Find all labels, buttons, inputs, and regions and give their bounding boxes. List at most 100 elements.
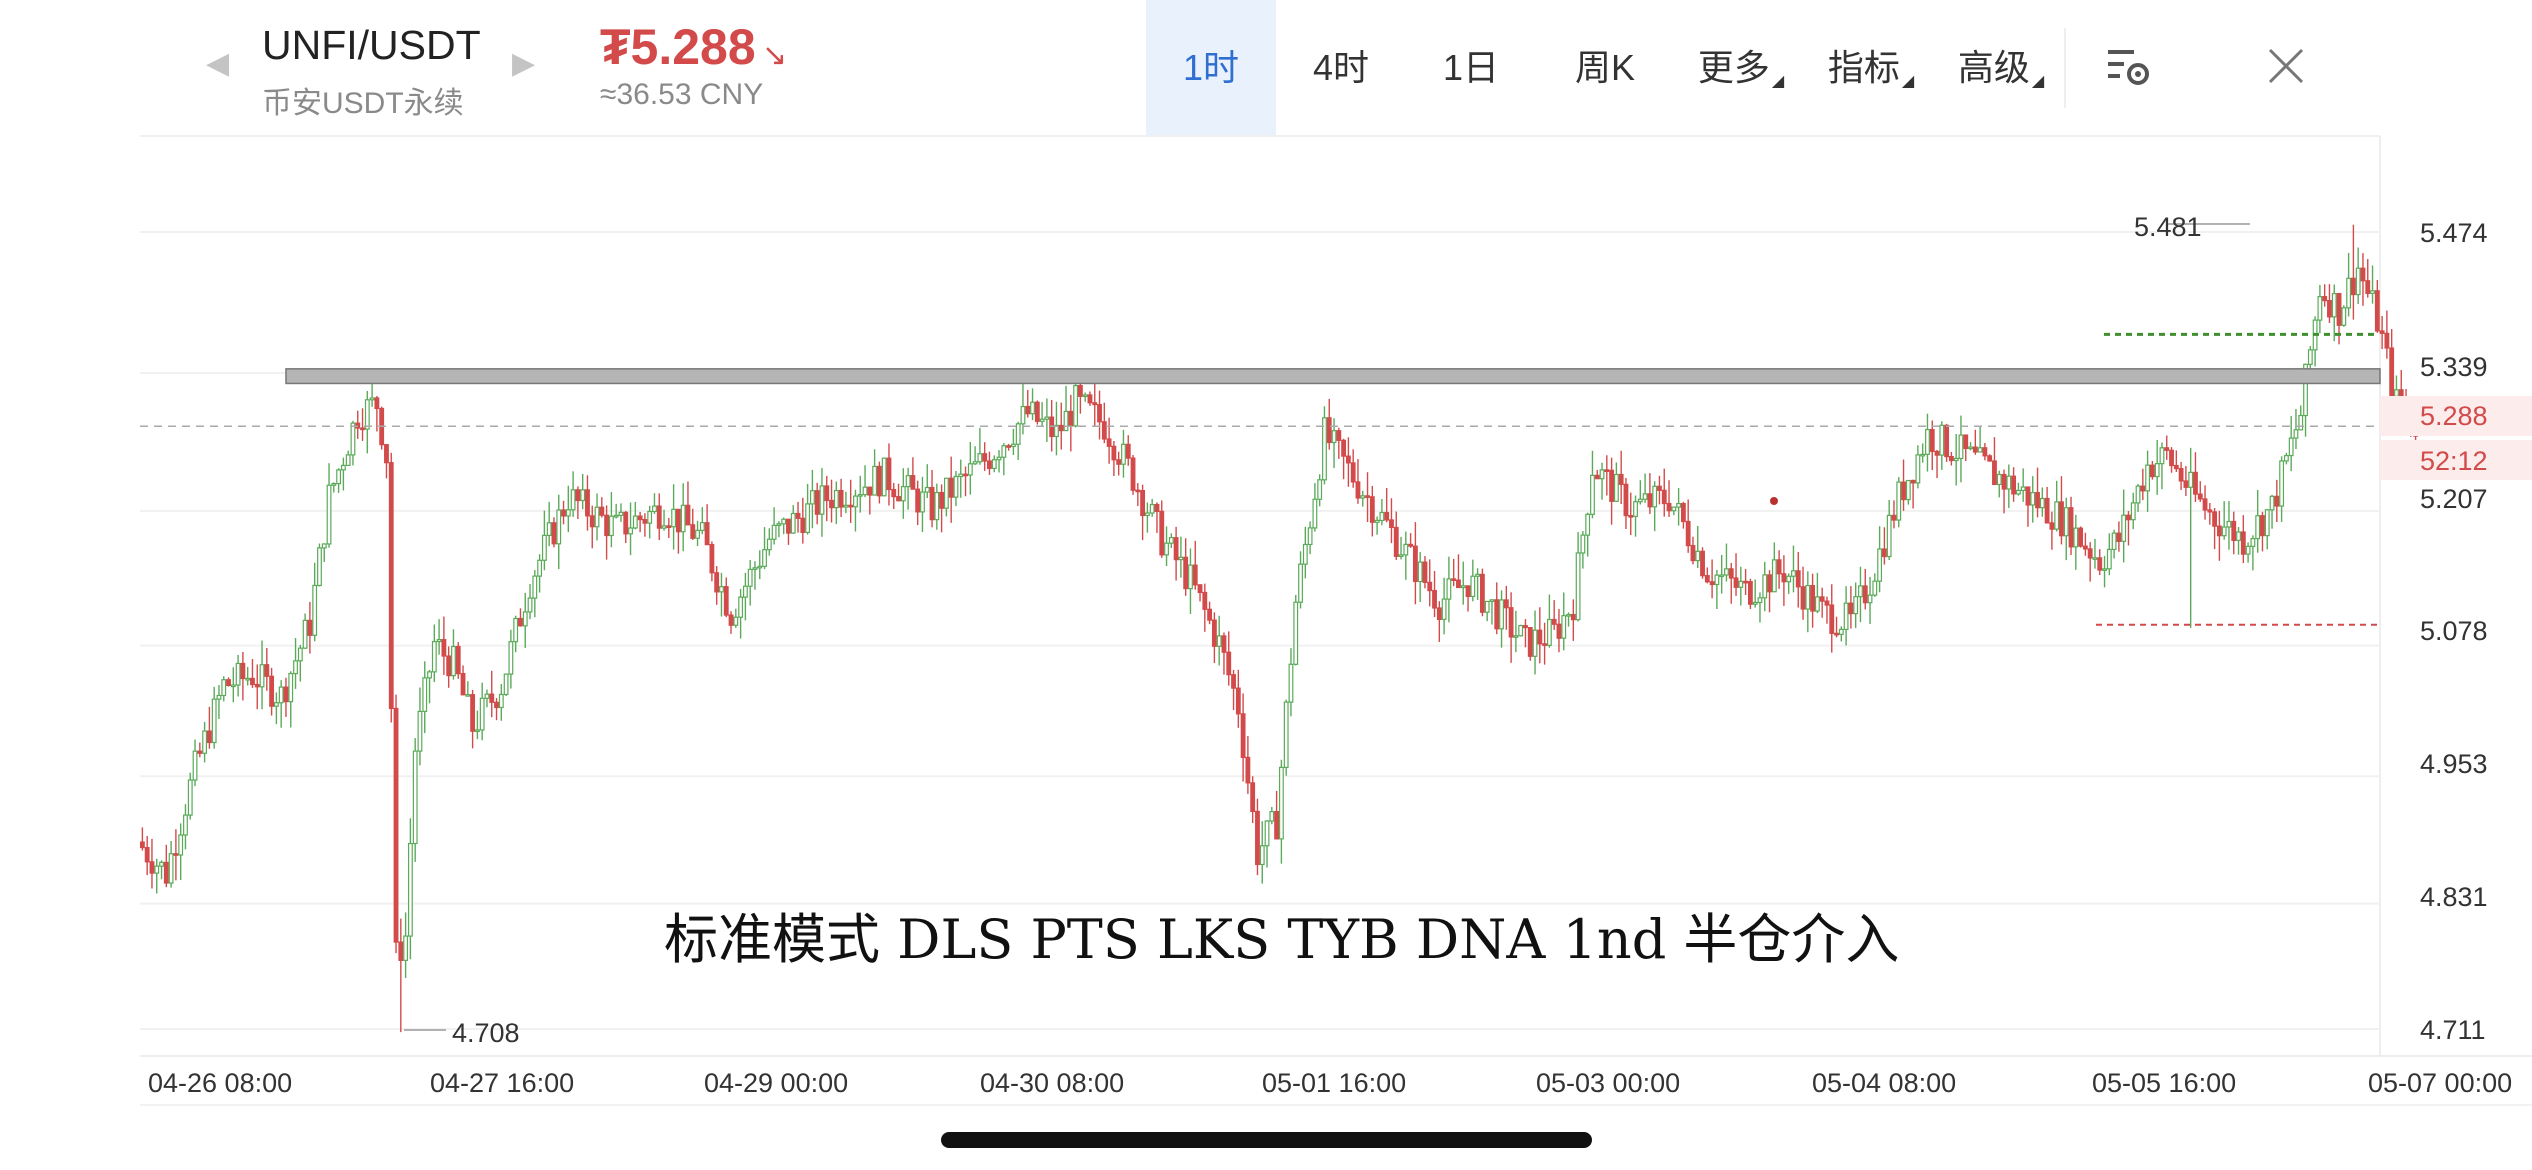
candle-body (2169, 449, 2174, 467)
candle-body (293, 660, 298, 675)
candle-body (1566, 613, 1571, 617)
candle-body (1149, 503, 1155, 514)
y-tick-label: 5.207 (2420, 484, 2488, 514)
candle-body (2264, 509, 2270, 537)
annotation-dot (1770, 497, 1778, 505)
candle-body (977, 453, 983, 463)
candle-body (876, 465, 882, 497)
candle-body (302, 619, 308, 649)
candle-body (2015, 489, 2021, 495)
candle-body (345, 454, 351, 466)
candle-body (599, 506, 605, 516)
candle-body (221, 679, 227, 697)
candle-body (1360, 495, 1366, 499)
x-tick-label: 04-27 16:00 (430, 1068, 574, 1098)
candle-body (1034, 401, 1040, 422)
candle-body (1858, 585, 1863, 598)
candle-body (2078, 527, 2084, 547)
candle-body (1494, 599, 1500, 630)
candle-body (250, 677, 255, 686)
candle-body (628, 527, 633, 535)
candle-body (1881, 548, 1887, 558)
candle-body (2073, 527, 2079, 548)
candle-body (1125, 443, 1131, 459)
candle-body (2140, 485, 2146, 492)
candle-body (1460, 585, 1466, 589)
candle-body (2307, 349, 2313, 365)
candle-body (259, 664, 265, 688)
candle-body (206, 730, 212, 744)
candle-body (173, 853, 179, 856)
candle-body (518, 617, 523, 627)
candle-body (178, 834, 184, 856)
candle-body (417, 710, 423, 752)
candle-body (1795, 570, 1801, 588)
candle-body (2269, 495, 2275, 511)
candle-body (1475, 573, 1481, 577)
candle-body (427, 671, 432, 679)
candle-body (1063, 410, 1069, 432)
y-tick-label: 4.831 (2420, 882, 2488, 912)
candle-body (393, 707, 399, 943)
candle-body (407, 842, 413, 937)
candle-body (1106, 438, 1112, 447)
y-axis: 5.474 5.339 5.207 5.078 4.953 4.831 4.71… (2420, 218, 2488, 1045)
candle-body (1934, 450, 1940, 456)
candle-body (862, 486, 868, 496)
candle-body (1365, 495, 1370, 498)
candle-body (384, 444, 389, 464)
candle-body (1255, 810, 1260, 866)
candle-body (1982, 447, 1988, 457)
candle-body (2188, 471, 2194, 488)
candle-body (776, 523, 782, 526)
candle-body (929, 486, 935, 521)
candle-body (2288, 437, 2294, 457)
candle-body (1546, 618, 1552, 646)
candle-body (1006, 445, 1012, 448)
candle-body (2001, 473, 2007, 490)
x-tick-label: 05-04 08:00 (1812, 1068, 1956, 1098)
candle-body (1925, 428, 1930, 455)
candle-body (570, 489, 576, 511)
candle-body (159, 861, 164, 867)
candle-body (226, 679, 231, 687)
candle-body (2159, 447, 2165, 465)
candle-body (1235, 687, 1241, 715)
candle-body (364, 399, 370, 430)
candle-body (608, 515, 614, 537)
candle-body (1661, 489, 1667, 505)
candlestick-chart[interactable]: 5.474 5.339 5.207 5.078 4.953 4.831 4.71… (0, 0, 2532, 1170)
candle-body (2068, 507, 2074, 548)
high-label: 5.481 (2134, 212, 2202, 242)
candle-body (1441, 598, 1447, 620)
candle-body (1996, 473, 2002, 486)
candle-body (2245, 545, 2251, 555)
candle-body (245, 677, 251, 681)
candle-body (202, 730, 208, 754)
candle-body (1709, 581, 1715, 586)
candle-body (1599, 469, 1605, 480)
candle-body (1901, 481, 1906, 501)
candle-body (1532, 629, 1538, 657)
candle-body (1264, 820, 1270, 847)
candle-body (972, 461, 978, 465)
candle-body (1302, 543, 1308, 565)
candle-body (1834, 632, 1839, 636)
candle-body (896, 496, 901, 502)
candle-body (2240, 531, 2246, 555)
candle-body (2164, 447, 2170, 451)
candle-body (149, 861, 155, 874)
candle-body (1743, 580, 1749, 584)
candle-body (1613, 473, 1619, 502)
x-axis: 04-26 08:00 04-27 16:00 04-29 00:00 04-3… (148, 1068, 2512, 1098)
candle-body (1183, 556, 1189, 590)
candle-body (460, 673, 466, 696)
candle-body (1968, 446, 1973, 450)
candle-body (230, 684, 236, 688)
candle-body (1278, 766, 1284, 840)
candle-body (1379, 511, 1385, 521)
candle-body (1408, 543, 1414, 547)
x-tick-label: 05-05 16:00 (2092, 1068, 2236, 1098)
candle-body (2384, 332, 2390, 349)
candle-body (336, 469, 342, 485)
